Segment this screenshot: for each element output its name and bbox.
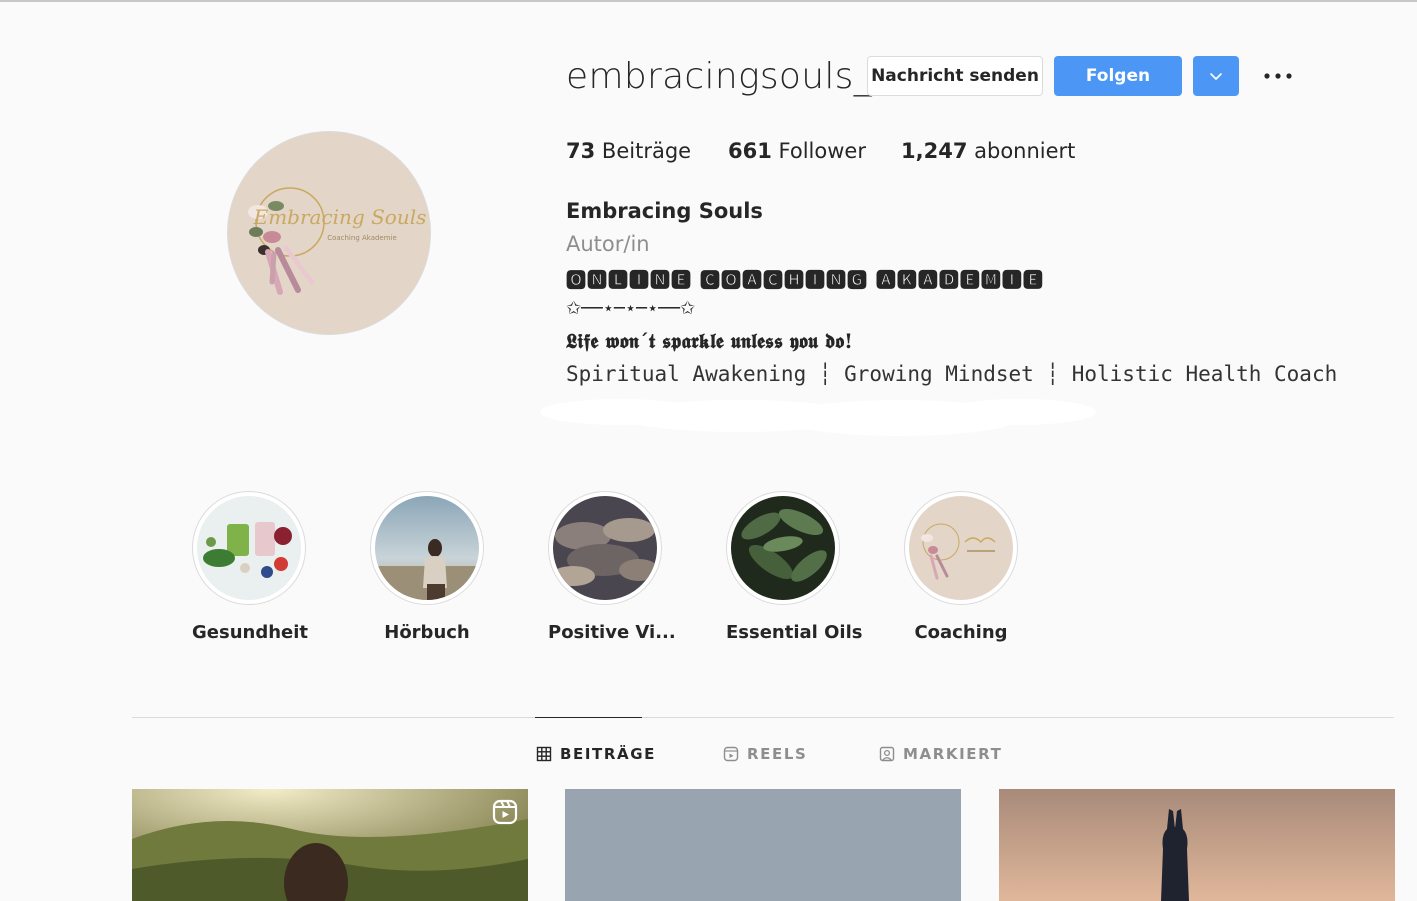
profile-username: embracingsouls_ xyxy=(566,56,872,97)
healthy-food-image xyxy=(197,496,301,600)
more-options-button[interactable] xyxy=(1262,66,1296,86)
followers-label: Follower xyxy=(778,139,866,163)
avatar-logo-image: Embracing Souls Coaching Akademie xyxy=(228,132,430,334)
suggested-accounts-dropdown-button[interactable] xyxy=(1193,56,1239,96)
highlight-label: Essential Oils xyxy=(726,622,863,643)
posts-label: Beiträge xyxy=(601,139,692,163)
tab-reels[interactable]: REELS xyxy=(723,744,807,764)
silhouette-sunset-image xyxy=(999,789,1395,901)
highlight-label: Positive Vi... xyxy=(548,622,676,643)
tab-label: REELS xyxy=(747,745,808,763)
posts-count: 73 xyxy=(566,139,596,163)
tab-markiert[interactable]: MARKIERT xyxy=(879,744,1002,764)
highlight-cover xyxy=(909,496,1013,600)
grey-blue-image xyxy=(565,789,961,901)
tab-label: MARKIERT xyxy=(903,745,1003,763)
highlight-ring xyxy=(370,491,484,605)
highlight-ring xyxy=(726,491,840,605)
highlight-coaching[interactable]: Coaching xyxy=(904,491,1018,643)
followers-count: 661 xyxy=(728,139,772,163)
highlight-cover xyxy=(197,496,301,600)
bio-line-2: ✩──⋆─⋆─⋆──✩ xyxy=(566,298,695,319)
post-thumbnail[interactable] xyxy=(999,789,1395,901)
tabs-divider xyxy=(132,717,1394,718)
following-label: abonniert xyxy=(974,139,1076,163)
grid-icon xyxy=(536,746,552,762)
highlight-cover xyxy=(553,496,657,600)
highlight-label: Coaching xyxy=(914,622,1008,643)
clouds-image xyxy=(553,496,657,600)
highlight-cover xyxy=(375,496,479,600)
bio-line-4: Spiritual Awakening ┆ Growing Mindset ┆ … xyxy=(566,362,1338,386)
highlight-essential-oils[interactable]: Essential Oils xyxy=(726,491,863,643)
coaching-logo-image xyxy=(909,496,1013,600)
tab-beitraege[interactable]: BEITRÄGE xyxy=(536,744,656,764)
highlight-label: Gesundheit xyxy=(192,622,309,643)
highlight-ring xyxy=(904,491,1018,605)
bio-line-3: 𝕷𝖎𝖋𝖊 𝖜𝖔𝖓´𝖙 𝖘𝖕𝖆𝖗𝖐𝖑𝖊 𝖚𝖓𝖑𝖊𝖘𝖘 𝖞𝖔𝖚 𝖉𝖔! xyxy=(566,329,853,353)
green-leaves-image xyxy=(731,496,835,600)
highlight-ring xyxy=(548,491,662,605)
reels-icon xyxy=(492,799,518,825)
reels-icon xyxy=(723,746,739,762)
highlight-ring xyxy=(192,491,306,605)
following-stat[interactable]: 1,247 abonniert xyxy=(901,139,1075,163)
posts-count-stat: 73 Beiträge xyxy=(566,139,691,163)
bio-line-1: 🅾🅽🅻🅸🅽🅴 🅲🅾🅰🅲🅷🅸🅽🅶 🅰🅺🅰🅳🅴🅼🅸🅴 xyxy=(566,268,1044,292)
profile-full-name: Embracing Souls xyxy=(566,199,763,223)
profile-category: Autor/in xyxy=(566,232,650,256)
highlight-cover xyxy=(731,496,835,600)
chevron-down-icon xyxy=(1210,73,1222,80)
highlight-positive-vibes[interactable]: Positive Vi... xyxy=(548,491,676,643)
tagged-icon xyxy=(879,746,895,762)
highlight-hoerbuch[interactable]: Hörbuch xyxy=(370,491,484,643)
profile-avatar[interactable]: Embracing Souls Coaching Akademie xyxy=(228,132,430,334)
highlight-label: Hörbuch xyxy=(384,622,470,643)
tab-label: BEITRÄGE xyxy=(560,745,657,763)
post-thumbnail[interactable] xyxy=(565,789,961,901)
active-tab-indicator xyxy=(535,717,642,718)
avatar-logo-subtext: Coaching Akademie xyxy=(327,234,397,242)
woman-on-hill-image xyxy=(132,789,528,901)
more-horizontal-icon xyxy=(1264,73,1292,79)
redacted-link-overlay xyxy=(540,399,1096,436)
woman-in-field-image xyxy=(375,496,479,600)
reel-badge xyxy=(492,799,518,825)
send-message-button[interactable]: Nachricht senden xyxy=(867,56,1043,96)
follow-button[interactable]: Folgen xyxy=(1054,56,1182,96)
avatar-logo-text: Embracing Souls xyxy=(253,205,427,229)
followers-stat[interactable]: 661 Follower xyxy=(728,139,866,163)
window-top-border xyxy=(0,0,1417,2)
following-count: 1,247 xyxy=(901,139,968,163)
post-thumbnail[interactable] xyxy=(132,789,528,901)
highlight-gesundheit[interactable]: Gesundheit xyxy=(192,491,309,643)
